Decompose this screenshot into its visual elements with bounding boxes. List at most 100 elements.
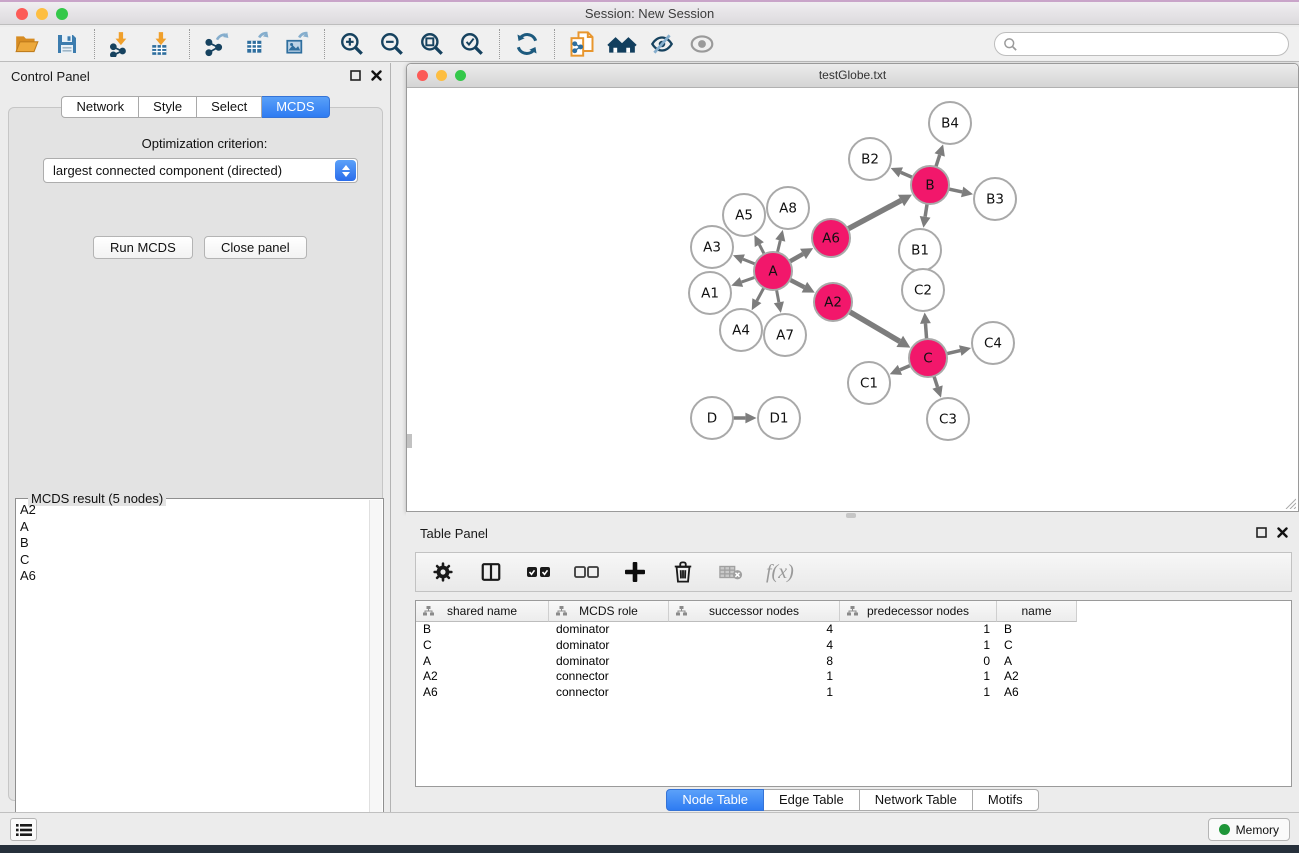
cell-predecessor-nodes[interactable]: 1 <box>840 638 997 654</box>
task-history-button[interactable] <box>10 818 37 841</box>
tab-style[interactable]: Style <box>139 96 197 118</box>
cell-MCDS-role[interactable]: connector <box>549 685 669 701</box>
tab-network-table[interactable]: Network Table <box>860 789 973 811</box>
column-visibility-icon[interactable] <box>478 558 504 586</box>
cell-MCDS-role[interactable]: dominator <box>549 654 669 670</box>
mcds-result-item[interactable]: B <box>20 535 369 552</box>
export-network-icon[interactable] <box>202 30 232 58</box>
cell-name[interactable]: C <box>997 638 1077 654</box>
cell-successor-nodes[interactable]: 1 <box>669 685 840 701</box>
table-row[interactable]: A2connector11A2 <box>416 669 1291 685</box>
column-header-MCDS-role[interactable]: MCDS role <box>549 601 669 622</box>
home-network-icon[interactable] <box>607 30 637 58</box>
mcds-result-item[interactable]: A <box>20 519 369 536</box>
float-table-panel-icon[interactable] <box>1256 527 1267 538</box>
tab-motifs[interactable]: Motifs <box>973 789 1039 811</box>
minimize-window-button[interactable] <box>36 8 48 20</box>
cell-shared-name[interactable]: A6 <box>416 685 549 701</box>
cell-MCDS-role[interactable]: dominator <box>549 638 669 654</box>
column-header-successor-nodes[interactable]: successor nodes <box>669 601 840 622</box>
column-header-shared-name[interactable]: shared name <box>416 601 549 622</box>
node-table[interactable]: shared nameMCDS rolesuccessor nodesprede… <box>415 600 1292 787</box>
zoom-in-icon[interactable] <box>337 30 367 58</box>
network-close-button[interactable] <box>417 70 428 81</box>
cell-MCDS-role[interactable]: connector <box>549 669 669 685</box>
horizontal-splitter[interactable] <box>406 512 1299 519</box>
import-network-icon[interactable] <box>107 30 137 58</box>
optimization-criterion-select[interactable]: largest connected component (directed) <box>43 158 358 183</box>
memory-button[interactable]: Memory <box>1208 818 1290 841</box>
select-all-icon[interactable] <box>526 558 552 586</box>
import-table-icon[interactable] <box>147 30 177 58</box>
delete-column-trash-icon[interactable] <box>670 558 696 586</box>
maximize-window-button[interactable] <box>56 8 68 20</box>
table-row[interactable]: Bdominator41B <box>416 622 1291 638</box>
network-maximize-button[interactable] <box>455 70 466 81</box>
cell-MCDS-role[interactable]: dominator <box>549 622 669 638</box>
table-row[interactable]: A6connector11A6 <box>416 685 1291 701</box>
open-session-icon[interactable] <box>12 30 42 58</box>
cell-successor-nodes[interactable]: 8 <box>669 654 840 670</box>
tab-edge-table[interactable]: Edge Table <box>764 789 860 811</box>
cell-successor-nodes[interactable]: 4 <box>669 622 840 638</box>
show-eye-icon[interactable] <box>687 30 717 58</box>
delete-table-icon[interactable] <box>718 558 744 586</box>
save-session-icon[interactable] <box>52 30 82 58</box>
add-column-icon[interactable] <box>622 558 648 586</box>
table-row[interactable]: Adominator80A <box>416 654 1291 670</box>
run-mcds-button[interactable]: Run MCDS <box>93 236 193 259</box>
deselect-all-icon[interactable] <box>574 558 600 586</box>
refresh-layout-icon[interactable] <box>512 30 542 58</box>
cell-name[interactable]: A6 <box>997 685 1077 701</box>
close-window-button[interactable] <box>16 8 28 20</box>
cell-shared-name[interactable]: A <box>416 654 549 670</box>
cell-shared-name[interactable]: A2 <box>416 669 549 685</box>
tab-network[interactable]: Network <box>61 96 139 118</box>
export-table-icon[interactable] <box>242 30 272 58</box>
hide-selected-icon[interactable] <box>647 30 677 58</box>
graph-node-label: A <box>768 264 778 280</box>
network-canvas[interactable]: B4B2BB3A8A5A6A3B1AC2A1A2A4A7C4CC1DD1C3 <box>407 88 1298 511</box>
canvas-scroll-thumb[interactable] <box>407 434 412 448</box>
mcds-result-item[interactable]: C <box>20 552 369 569</box>
zoom-fit-icon[interactable] <box>417 30 447 58</box>
float-panel-icon[interactable] <box>350 70 361 81</box>
tab-mcds[interactable]: MCDS <box>262 96 329 118</box>
splitter-handle[interactable] <box>846 513 856 518</box>
column-header-name[interactable]: name <box>997 601 1077 622</box>
network-window-titlebar[interactable]: testGlobe.txt <box>407 64 1298 88</box>
network-minimize-button[interactable] <box>436 70 447 81</box>
mcds-result-item[interactable]: A2 <box>20 502 369 519</box>
close-table-panel-icon[interactable] <box>1277 527 1288 538</box>
tab-select[interactable]: Select <box>197 96 262 118</box>
cell-successor-nodes[interactable]: 4 <box>669 638 840 654</box>
zoom-selected-icon[interactable] <box>457 30 487 58</box>
cell-shared-name[interactable]: B <box>416 622 549 638</box>
close-panel-button[interactable]: Close panel <box>204 236 307 259</box>
network-graph[interactable]: B4B2BB3A8A5A6A3B1AC2A1A2A4A7C4CC1DD1C3 <box>407 88 1298 511</box>
close-panel-icon[interactable] <box>371 70 382 81</box>
search-input[interactable] <box>994 32 1289 56</box>
window-resize-grip[interactable] <box>1283 496 1296 509</box>
cell-predecessor-nodes[interactable]: 1 <box>840 685 997 701</box>
table-row[interactable]: Cdominator41C <box>416 638 1291 654</box>
cell-name[interactable]: B <box>997 622 1077 638</box>
export-image-icon[interactable] <box>282 30 312 58</box>
tab-node-table[interactable]: Node Table <box>666 789 764 811</box>
cell-successor-nodes[interactable]: 1 <box>669 669 840 685</box>
mcds-result-list[interactable]: A2ABCA6 <box>20 502 369 833</box>
column-header-predecessor-nodes[interactable]: predecessor nodes <box>840 601 997 622</box>
cell-predecessor-nodes[interactable]: 1 <box>840 622 997 638</box>
cell-name[interactable]: A2 <box>997 669 1077 685</box>
cell-name[interactable]: A <box>997 654 1077 670</box>
zoom-out-icon[interactable] <box>377 30 407 58</box>
cell-predecessor-nodes[interactable]: 1 <box>840 669 997 685</box>
duplicate-network-icon[interactable] <box>567 30 597 58</box>
result-scrollbar[interactable] <box>369 500 382 834</box>
cell-shared-name[interactable]: C <box>416 638 549 654</box>
function-builder-icon[interactable]: f(x) <box>766 561 794 584</box>
mcds-result-item[interactable]: A6 <box>20 568 369 585</box>
cell-predecessor-nodes[interactable]: 0 <box>840 654 997 670</box>
main-titlebar: Session: New Session <box>0 0 1299 25</box>
table-options-gear-icon[interactable] <box>430 558 456 586</box>
